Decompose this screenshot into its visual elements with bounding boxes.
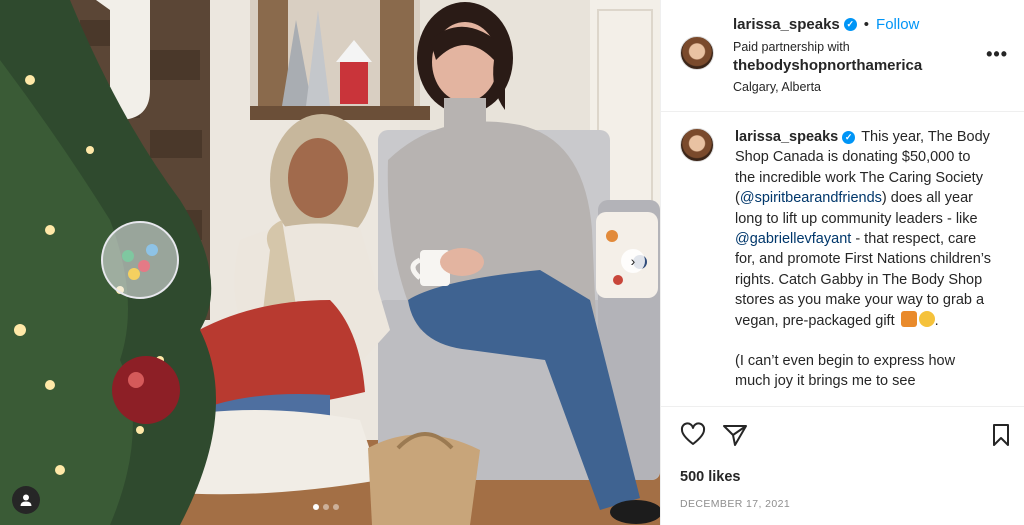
post-image [0, 0, 660, 525]
partner-link[interactable]: thebodyshopnorthamerica [733, 57, 922, 74]
post-date[interactable]: DECEMBER 17, 2021 [680, 498, 790, 510]
share-send-icon[interactable] [721, 421, 749, 449]
post-actions: 500 likes DECEMBER 17, 2021 [661, 406, 1024, 525]
post-photo[interactable]: › [0, 0, 660, 525]
user-icon [20, 494, 32, 506]
carousel-dot-active [313, 504, 319, 510]
gift-emoji-icon [900, 310, 917, 327]
caption-username[interactable]: larissa_speaks [735, 129, 838, 145]
post-header: larissa_speaks ✓ • Follow Paid partnersh… [661, 0, 1024, 112]
caption-avatar[interactable] [680, 128, 714, 162]
tagged-users-button[interactable] [12, 486, 40, 514]
author-info: larissa_speaks ✓ • Follow Paid partnersh… [733, 16, 922, 94]
mention-link[interactable]: @spiritbearandfriends [740, 190, 882, 206]
more-options-icon[interactable]: ••• [986, 44, 1008, 65]
mention-link[interactable]: @gabriellevfayant [735, 231, 851, 247]
next-photo-button[interactable]: › [621, 249, 645, 273]
carousel-dot [333, 504, 339, 510]
author-username[interactable]: larissa_speaks [733, 16, 840, 33]
author-avatar[interactable] [680, 36, 714, 70]
follow-button[interactable]: Follow [876, 16, 919, 33]
carousel-dots [313, 504, 339, 510]
likes-count[interactable]: 500 likes [680, 469, 740, 485]
save-bookmark-icon[interactable] [987, 421, 1015, 449]
verified-badge-icon: ✓ [842, 130, 856, 144]
caption-paragraph: (I can’t even begin to express how much … [735, 353, 956, 390]
location-link[interactable]: Calgary, Alberta [733, 80, 922, 94]
comments-section[interactable]: larissa_speaks ✓ This year, The Body Shop … [661, 113, 1024, 405]
post-caption: larissa_speaks ✓ This year, The Body Shop … [735, 127, 993, 392]
post-side-panel: larissa_speaks ✓ • Follow Paid partnersh… [660, 0, 1024, 525]
heart-eyes-emoji-icon [918, 310, 935, 327]
paid-partnership-label: Paid partnership with [733, 40, 850, 54]
chevron-right-icon: › [630, 253, 636, 269]
caption-text: . [934, 312, 939, 329]
like-heart-icon[interactable] [679, 421, 707, 449]
separator-dot: • [863, 16, 870, 33]
verified-badge-icon: ✓ [843, 18, 857, 31]
carousel-dot [323, 504, 329, 510]
